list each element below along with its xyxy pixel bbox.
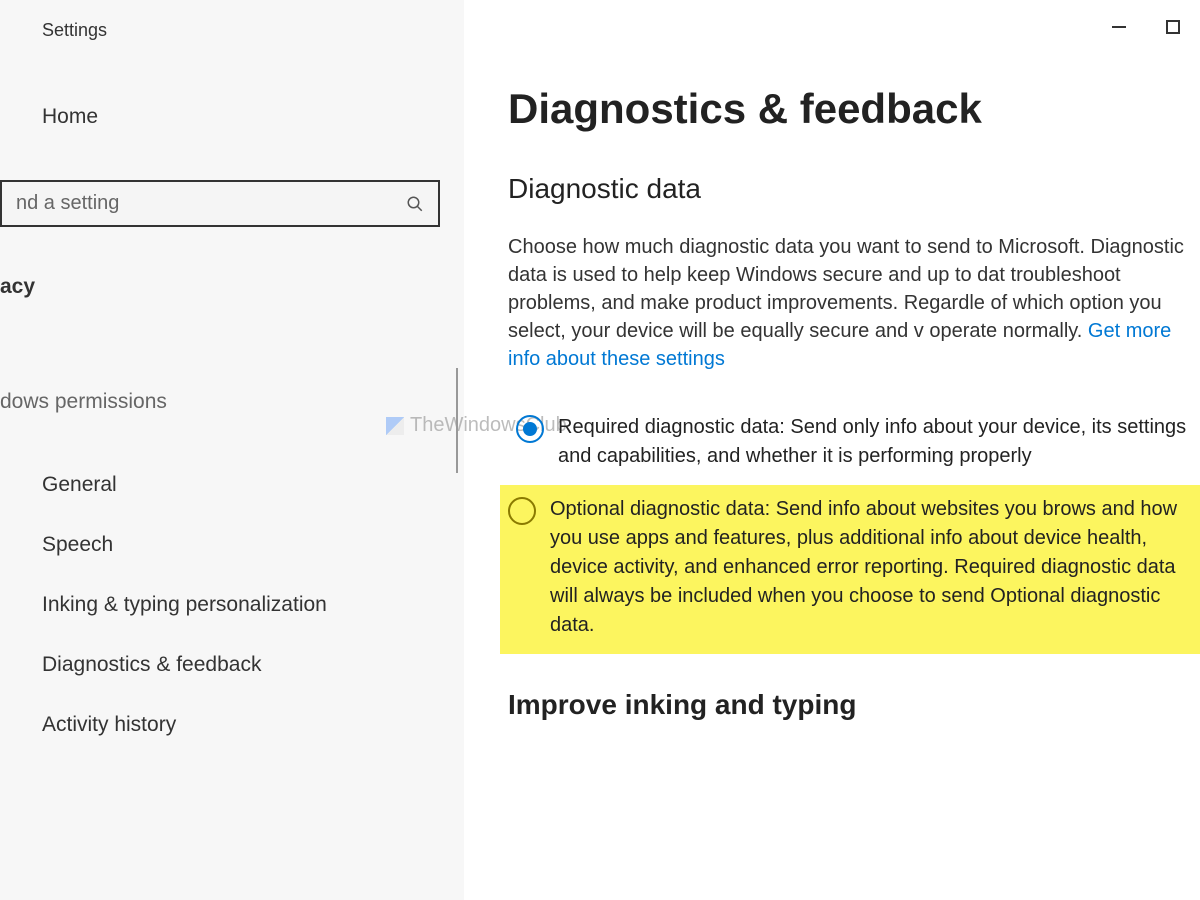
diagnostic-description: Choose how much diagnostic data you want… (508, 233, 1200, 373)
radio-circle-icon (508, 497, 536, 525)
improve-inking-heading: Improve inking and typing (508, 689, 1200, 721)
search-input[interactable] (16, 192, 406, 215)
watermark-icon (386, 417, 404, 435)
radio-optional-label: Optional diagnostic data: Send info abou… (550, 495, 1192, 640)
search-container[interactable] (0, 180, 440, 227)
sidebar-item-diagnostics-feedback[interactable]: Diagnostics & feedback (0, 635, 440, 695)
diagnostic-data-heading: Diagnostic data (508, 173, 1200, 205)
diagnostic-radio-group: Required diagnostic data: Send only info… (508, 403, 1200, 654)
radio-required-label: Required diagnostic data: Send only info… (558, 413, 1192, 471)
category-label: acy (0, 275, 35, 299)
radio-circle-icon (516, 415, 544, 443)
minimize-icon[interactable] (1112, 26, 1126, 28)
sidebar-item-general[interactable]: General (0, 455, 440, 515)
app-title: Settings (42, 20, 107, 41)
radio-required-diagnostic[interactable]: Required diagnostic data: Send only info… (508, 403, 1200, 485)
radio-optional-diagnostic[interactable]: Optional diagnostic data: Send info abou… (500, 485, 1200, 654)
search-icon (406, 195, 424, 213)
home-label: Home (42, 105, 98, 129)
home-button[interactable]: Home (42, 105, 98, 129)
nav-list: General Speech Inking & typing personali… (0, 455, 440, 755)
diagnostic-description-text: Choose how much diagnostic data you want… (508, 236, 1184, 342)
section-heading: dows permissions (0, 390, 167, 414)
sidebar-item-speech[interactable]: Speech (0, 515, 440, 575)
sidebar-item-inking-typing[interactable]: Inking & typing personalization (0, 575, 440, 635)
page-title: Diagnostics & feedback (508, 85, 1200, 133)
sidebar-item-activity-history[interactable]: Activity history (0, 695, 440, 755)
maximize-icon[interactable] (1166, 20, 1180, 34)
